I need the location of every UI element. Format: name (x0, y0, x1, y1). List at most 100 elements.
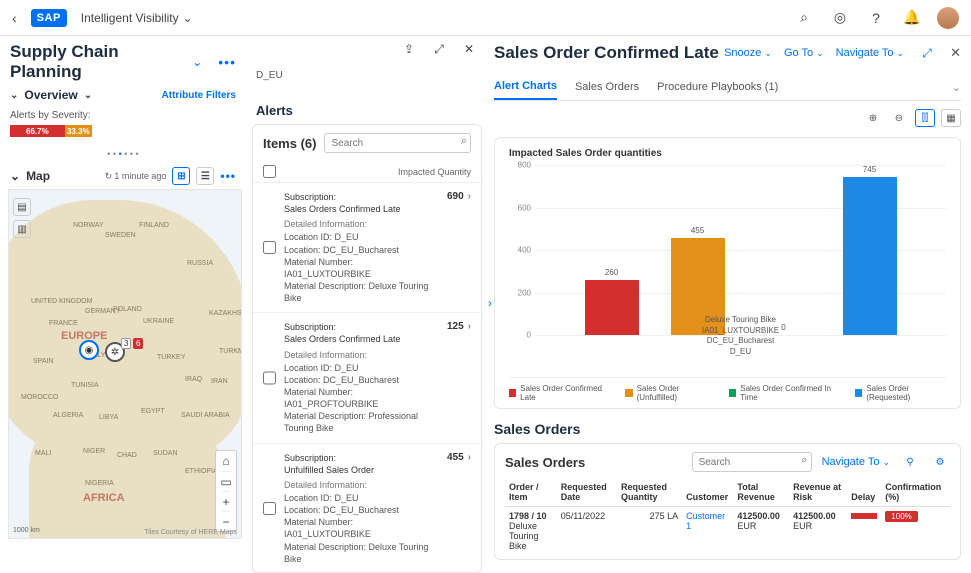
map-country-label: EGYPT (141, 408, 165, 415)
table-header[interactable]: Order / Item (505, 478, 557, 507)
page-overflow-button[interactable]: ••• (218, 54, 236, 70)
map-pin[interactable]: ◉ (79, 340, 99, 360)
carousel-pager[interactable]: • • • • • • (0, 145, 246, 163)
overview-collapse-icon[interactable]: ⌄ (10, 90, 18, 101)
chevron-down-icon: ⌄ (183, 11, 193, 25)
search-icon[interactable]: ⌕ (461, 135, 467, 148)
chevron-down-icon: ⌄ (897, 48, 905, 59)
app-title-dropdown[interactable]: Intelligent Visibility ⌄ (81, 11, 193, 25)
chart-zoom-out-icon[interactable]: ⊖ (889, 109, 909, 127)
map-country-label: POLAND (113, 306, 142, 313)
map-collapse-icon[interactable]: ⌄ (10, 169, 20, 183)
map[interactable]: EUROPE AFRICA NORWAY SWEDEN FINLAND RUSS… (8, 189, 242, 539)
detail-close-icon[interactable]: ✕ (950, 45, 961, 61)
map-attribution: Tiles Courtesy of HERE Maps (144, 529, 237, 536)
so-navigate-label: Navigate To (822, 456, 880, 468)
alert-item-checkbox[interactable] (263, 191, 276, 304)
table-header[interactable]: Delay (847, 478, 881, 507)
tab-sales-orders[interactable]: Sales Orders (575, 75, 639, 99)
search-icon[interactable]: ⌕ (801, 454, 807, 467)
map-view-globe-icon[interactable]: ⊞ (172, 167, 190, 185)
goto-button[interactable]: Go To⌄ (784, 47, 824, 59)
alert-list: Subscription: Sales Orders Confirmed Lat… (253, 182, 481, 572)
table-header[interactable]: Total Revenue (733, 478, 789, 507)
settings-icon[interactable]: ⚙ (930, 453, 950, 471)
expand-icon[interactable]: ⤢ (428, 38, 450, 60)
alerts-section-title: Alerts (252, 85, 486, 124)
page-title-chevron-icon[interactable]: ⌄ (192, 55, 202, 69)
table-header[interactable]: Customer (682, 478, 733, 507)
map-zoom-in-icon[interactable]: + (222, 491, 229, 511)
alert-item-checkbox[interactable] (263, 321, 276, 434)
attribute-filters-link[interactable]: Attribute Filters (162, 90, 236, 101)
shell-help-icon[interactable]: ? (865, 7, 887, 29)
shell-search-icon[interactable]: ⌕ (793, 7, 815, 29)
filter-icon[interactable]: ⚲ (900, 453, 920, 471)
sales-orders-table-title: Sales Orders (505, 455, 585, 470)
close-icon[interactable]: ✕ (458, 38, 480, 60)
shell-target-icon[interactable]: ◎ (829, 7, 851, 29)
detail-expand-icon[interactable]: ⤢ (916, 42, 938, 64)
map-country-label: RUSSIA (187, 260, 213, 267)
sales-orders-navigate-button[interactable]: Navigate To⌄ (822, 456, 890, 468)
overview-chevron-icon[interactable]: ⌄ (84, 90, 92, 101)
map-view-list-icon[interactable]: ☰ (196, 167, 214, 185)
map-country-label: TURKEY (157, 354, 185, 361)
map-country-label: UKRAINE (143, 318, 174, 325)
map-zoom-out-icon[interactable]: − (222, 511, 229, 531)
snooze-label: Snooze (724, 47, 761, 59)
map-country-label: IRAN (211, 378, 228, 385)
shell-header: ‹ SAP Intelligent Visibility ⌄ ⌕ ◎ ? 🔔 (0, 0, 971, 36)
chart-view-table-icon[interactable]: ▦ (941, 109, 961, 127)
map-title: Map (26, 169, 50, 183)
back-icon[interactable]: ‹ (12, 10, 17, 26)
map-country-label: NORWAY (73, 222, 104, 229)
panel-expand-handle-icon[interactable]: › (488, 296, 492, 310)
tab-alert-charts[interactable]: Alert Charts (494, 74, 557, 100)
map-layers-icon[interactable]: ▤ (13, 198, 31, 216)
sales-orders-table: Order / ItemRequested DateRequested Quan… (505, 478, 950, 555)
map-country-label: SWEDEN (105, 232, 136, 239)
alert-item[interactable]: Subscription: Unfulfilled Sales Order De… (253, 443, 481, 572)
sales-orders-search-input[interactable] (692, 452, 812, 472)
select-all-checkbox[interactable] (263, 165, 276, 178)
chart-zoom-in-icon[interactable]: ⊕ (863, 109, 883, 127)
tab-overflow-chevron-icon[interactable]: ⌄ (952, 81, 961, 94)
chart-legend: Sales Order Confirmed Late Sales Order (U… (509, 377, 946, 402)
snooze-button[interactable]: Snooze⌄ (724, 47, 772, 59)
severity-orange: 33.3% (65, 125, 92, 137)
alerts-search-input[interactable] (324, 133, 471, 153)
legend-item: Sales Order (Unfulfilled) (625, 384, 713, 402)
chart-card: Impacted Sales Order quantities 02004006… (494, 137, 961, 409)
map-overflow-button[interactable]: ••• (220, 169, 236, 183)
shell-notifications-icon[interactable]: 🔔 (901, 7, 923, 29)
avatar[interactable] (937, 7, 959, 29)
table-header[interactable]: Revenue at Risk (789, 478, 847, 507)
navigate-button[interactable]: Navigate To⌄ (836, 47, 904, 59)
app-title-label: Intelligent Visibility (81, 11, 179, 25)
map-home-icon[interactable]: ⌂ (222, 451, 229, 471)
map-badge-alert: 6 (133, 338, 143, 349)
map-country-label: SUDAN (153, 450, 178, 457)
alert-item-checkbox[interactable] (263, 452, 276, 565)
chart-bar: 745 (843, 177, 897, 335)
table-header[interactable]: Confirmation (%) (881, 478, 950, 507)
alert-item[interactable]: Subscription: Sales Orders Confirmed Lat… (253, 182, 481, 312)
table-row[interactable]: 1798 / 10Deluxe Touring Bike05/11/202227… (505, 507, 950, 556)
alerts-by-severity-label: Alerts by Severity: (10, 110, 236, 121)
map-select-icon[interactable]: ▭ (220, 471, 231, 491)
navigate-label: Navigate To (836, 47, 894, 59)
tab-procedure-playbooks[interactable]: Procedure Playbooks (1) (657, 75, 778, 99)
chart-view-bar-icon[interactable]: ⫿⫿ (915, 109, 935, 127)
chevron-down-icon: ⌄ (816, 48, 824, 59)
share-icon[interactable]: ⇪ (398, 38, 420, 60)
table-header[interactable]: Requested Quantity (617, 478, 682, 507)
refresh-icon[interactable]: ↻ (105, 171, 113, 182)
table-header[interactable]: Requested Date (557, 478, 617, 507)
chevron-down-icon: ⌄ (764, 48, 772, 59)
map-country-label: FRANCE (49, 320, 78, 327)
legend-item: Sales Order Confirmed Late (509, 384, 609, 402)
alert-item[interactable]: Subscription: Sales Orders Confirmed Lat… (253, 312, 481, 442)
map-country-label: CHAD (117, 452, 137, 459)
map-legend-icon[interactable]: ▥ (13, 220, 31, 238)
